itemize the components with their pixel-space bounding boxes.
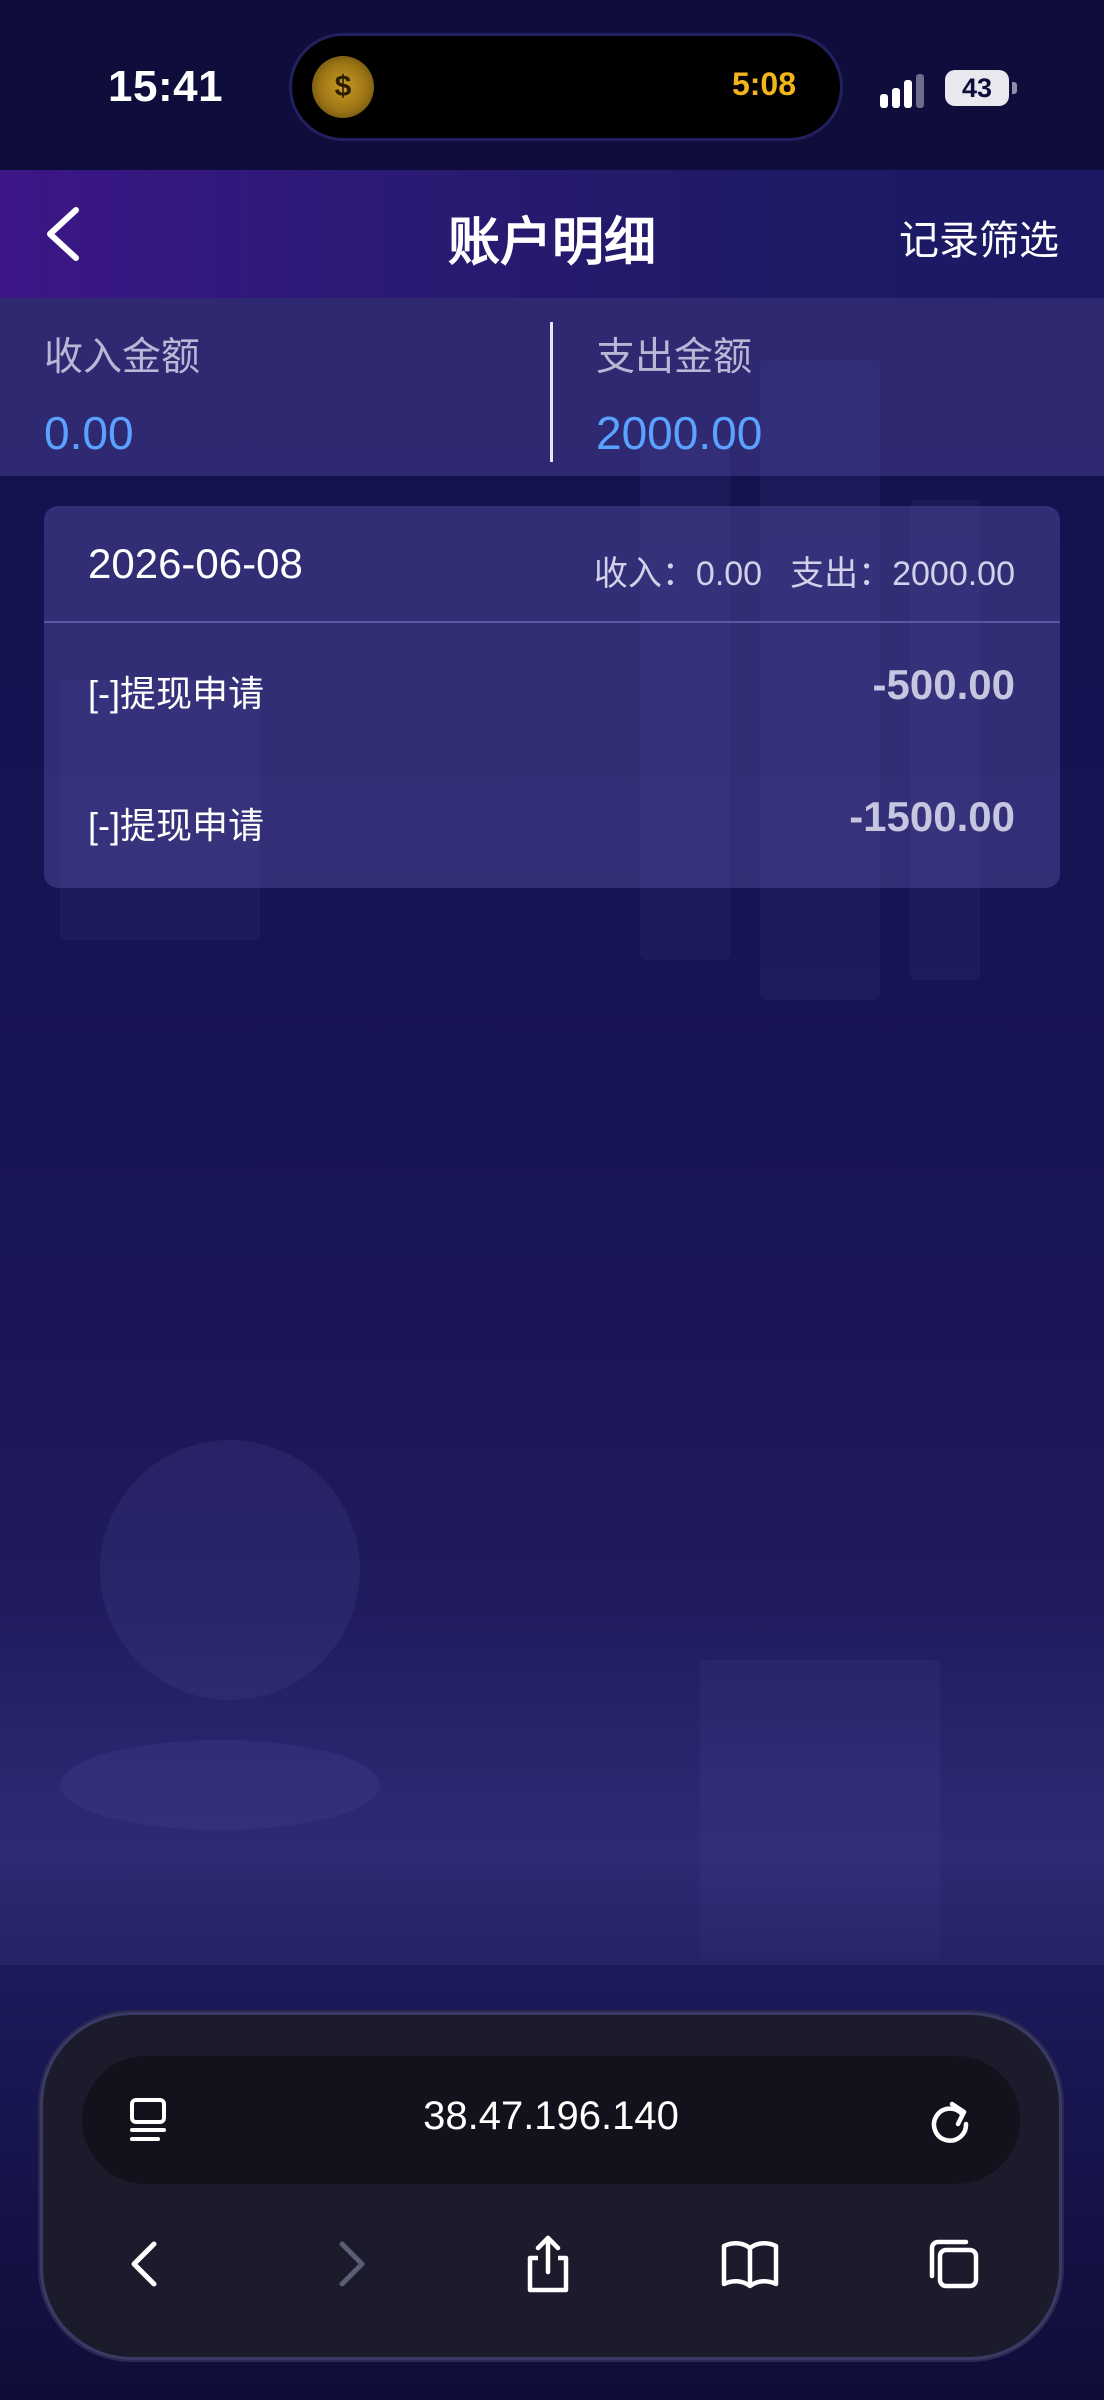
record-row[interactable]: [-]提现申请 -1500.00 bbox=[44, 753, 1060, 883]
record-row[interactable]: [-]提现申请 -500.00 bbox=[44, 621, 1060, 751]
record-amount: -500.00 bbox=[872, 661, 1015, 708]
battery-tip bbox=[1012, 82, 1017, 94]
record-card: 2026-06-08 收入：0.00 支出：2000.00 [-]提现申请 -50… bbox=[44, 506, 1060, 888]
record-amount: -1500.00 bbox=[849, 793, 1015, 840]
record-date-header: 2026-06-08 收入：0.00 支出：2000.00 bbox=[44, 506, 1060, 623]
income-value: 0.00 bbox=[44, 407, 134, 459]
bookmarks-icon[interactable] bbox=[720, 2234, 780, 2294]
expense-label: 支出金额 bbox=[596, 336, 753, 379]
status-time: 15:41 bbox=[108, 62, 224, 111]
share-icon[interactable] bbox=[518, 2234, 578, 2294]
forward-icon bbox=[339, 2241, 365, 2287]
record-title: [-]提现申请 bbox=[88, 805, 264, 846]
summary-divider bbox=[550, 322, 553, 462]
income-summary: 收入金额 0.00 bbox=[44, 326, 200, 460]
back-icon[interactable] bbox=[116, 2234, 176, 2294]
record-income-total: 收入：0.00 bbox=[593, 555, 763, 593]
url-text: 38.47.196.140 bbox=[423, 2094, 679, 2138]
expense-value: 2000.00 bbox=[596, 407, 763, 459]
income-label: 收入金额 bbox=[44, 336, 201, 379]
filter-button[interactable]: 记录筛选 bbox=[899, 208, 1059, 266]
record-totals: 收入：0.00 支出：2000.00 bbox=[566, 546, 1015, 595]
nav-header: 账户明细 记录筛选 bbox=[0, 170, 1104, 298]
battery-icon: 43 bbox=[945, 70, 1009, 106]
coin-icon: $ bbox=[312, 56, 374, 118]
browser-toolbar: 38.47.196.140 bbox=[40, 2012, 1062, 2360]
record-title: [-]提现申请 bbox=[88, 673, 264, 714]
tabs-icon[interactable] bbox=[922, 2234, 982, 2294]
address-bar[interactable]: 38.47.196.140 bbox=[82, 2056, 1020, 2184]
dynamic-island[interactable]: $ 5:08 bbox=[292, 36, 840, 138]
record-expense-total: 支出：2000.00 bbox=[790, 555, 1015, 593]
island-timer: 5:08 bbox=[731, 66, 796, 102]
signal-icon bbox=[880, 72, 930, 108]
reload-icon[interactable] bbox=[922, 2092, 978, 2148]
expense-summary: 支出金额 2000.00 bbox=[596, 326, 762, 460]
summary-panel: 收入金额 0.00 支出金额 2000.00 bbox=[0, 298, 1104, 476]
status-bar: 15:41 $ 5:08 43 bbox=[0, 0, 1104, 170]
record-date: 2026-06-08 bbox=[88, 540, 303, 587]
